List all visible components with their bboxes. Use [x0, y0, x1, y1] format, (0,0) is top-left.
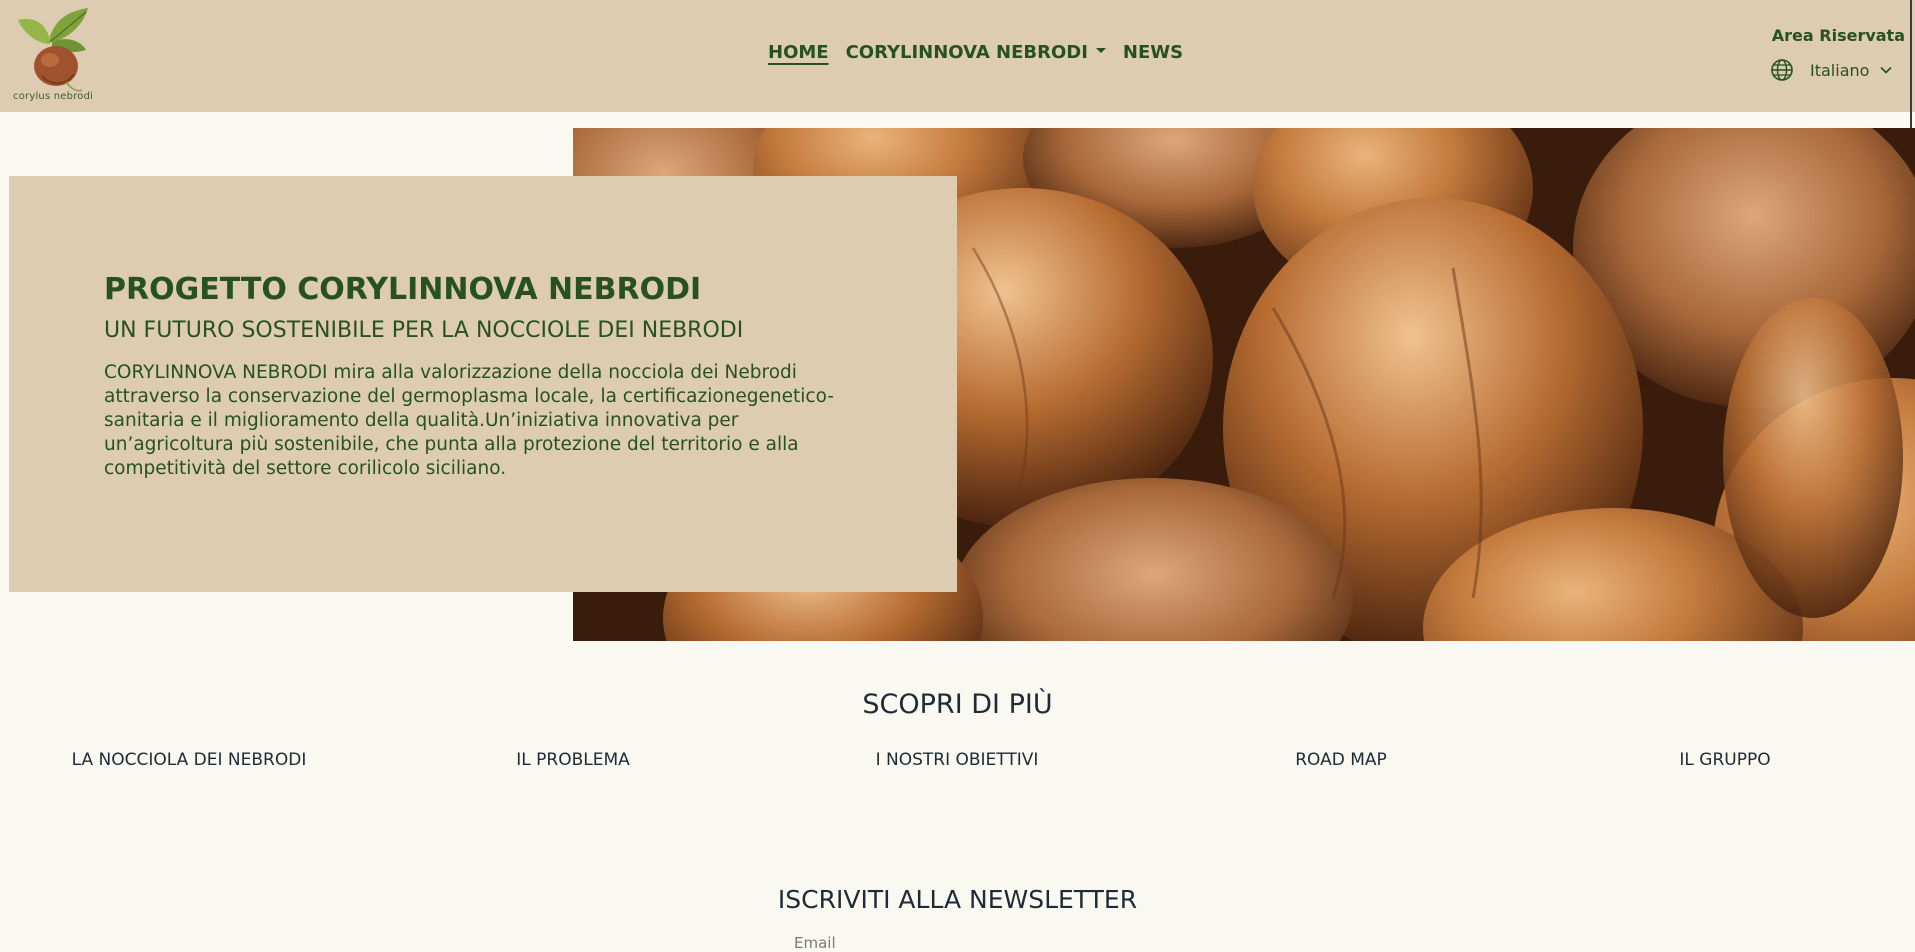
hero-subtitle: UN FUTURO SOSTENIBILE PER LA NOCCIOLE DE… — [104, 318, 744, 343]
newsletter-title: ISCRIVITI ALLA NEWSLETTER — [777, 885, 1138, 914]
main-nav: HOME CORYLINNOVA NEBRODI NEWS — [768, 40, 1183, 64]
link-il-gruppo[interactable]: IL GRUPPO — [1679, 750, 1770, 770]
logo-text: corylus nebrodi — [13, 91, 94, 102]
email-field-label: Email — [794, 934, 836, 952]
nav-corylinnova-label: CORYLINNOVA NEBRODI — [845, 41, 1088, 63]
hero-card: PROGETTO CORYLINNOVA NEBRODI UN FUTURO S… — [9, 176, 957, 592]
chevron-down-icon — [1880, 66, 1892, 74]
link-road-map[interactable]: ROAD MAP — [1295, 750, 1387, 770]
link-i-nostri-obiettivi[interactable]: I NOSTRI OBIETTIVI — [876, 750, 1039, 770]
hero-title: PROGETTO CORYLINNOVA NEBRODI — [104, 272, 702, 307]
site-header: corylus nebrodi HOME CORYLINNOVA NEBRODI… — [0, 0, 1915, 112]
reserved-area-link[interactable]: Area Riservata — [1772, 26, 1905, 45]
language-selector[interactable]: Italiano — [1770, 56, 1893, 84]
discover-links: LA NOCCIOLA DEI NEBRODI IL PROBLEMA I NO… — [0, 750, 1915, 774]
language-label: Italiano — [1810, 60, 1870, 80]
hero-description: CORYLINNOVA NEBRODI mira alla valorizzaz… — [104, 362, 834, 479]
link-il-problema[interactable]: IL PROBLEMA — [516, 750, 630, 770]
discover-title: SCOPRI DI PIÙ — [862, 689, 1053, 720]
globe-icon — [1771, 59, 1793, 81]
link-la-nocciola-dei-nebrodi[interactable]: LA NOCCIOLA DEI NEBRODI — [72, 750, 307, 770]
scrollbar-edge — [1910, 0, 1912, 128]
caret-down-icon — [1095, 48, 1106, 53]
nav-news[interactable]: NEWS — [1123, 42, 1183, 63]
nav-home[interactable]: HOME — [768, 42, 829, 63]
nav-corylinnova-dropdown[interactable]: CORYLINNOVA NEBRODI — [846, 42, 1106, 63]
